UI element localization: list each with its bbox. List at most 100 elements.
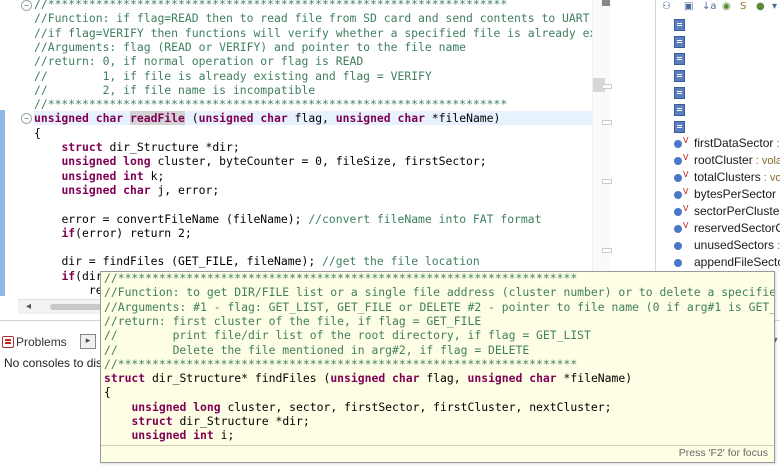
variable-icon [674,208,682,216]
variable-icon [674,140,682,148]
overview-marker[interactable] [602,248,612,253]
tooltip-footer: Press 'F2' for focus [101,445,774,462]
fold-toggle-icon[interactable]: − [21,113,32,124]
variable-name: bytesPerSector [694,187,777,201]
code-line: error = convertFileName (fileName); //co… [61,211,542,226]
code-line: //**************************************… [104,272,578,285]
code-line: { [104,385,111,400]
header-file-icon [674,53,685,65]
outline-variable-item[interactable]: bytesPerSector : v [694,186,780,203]
header-file-icon [674,121,685,133]
outline-variable-item[interactable]: rootCluster : vola [694,152,780,169]
code-line: if(error) return 2; [61,225,192,240]
outline-variable-item[interactable]: reservedSectorCo [694,220,780,237]
code-line: //Function: if flag=READ then to read fi… [34,11,590,26]
code-line: struct dir_Structure *dir; [131,414,310,428]
outline-icon[interactable]: ⚇ [662,1,671,12]
header-file-icon [674,87,685,99]
outline-variable-item[interactable]: unusedSectors : u [694,237,780,254]
overview-marker[interactable] [602,0,610,6]
variable-name: reservedSectorCo [694,221,780,235]
tab-problems[interactable]: Problems [0,334,67,350]
variable-icon [674,242,682,250]
code-line: struct dir_Structure *dir; [61,140,240,154]
outline-variable-item[interactable]: firstDataSector : v [694,135,780,152]
outline-variable-item[interactable]: totalClusters : vol [694,169,780,186]
code-line: unsigned long cluster, sector, firstSect… [131,399,612,414]
header-file-icon [674,36,685,48]
sort-az-icon[interactable]: ↓a [702,1,717,12]
code-line: { [34,125,41,140]
variable-name: totalClusters [694,170,761,184]
hide-fields-icon[interactable]: ◉ [722,1,731,12]
code-line: //**************************************… [34,97,508,112]
code-editor[interactable]: − − //**********************************… [0,0,610,316]
code-line: dir = findFiles (GET_FILE, fileName); //… [61,254,480,269]
variable-name: sectorPerCluster [694,204,780,218]
variable-type: : vola [752,155,780,167]
variable-name: appendFileSector [694,255,780,269]
code-line: // print file/dir list of the root direc… [104,328,591,343]
code-line: // Delete the file mentioned in arg#2, i… [104,342,530,357]
volatile-overlay-icon: V [683,187,689,196]
code-line: unsigned char j, error; [61,182,220,197]
code-line: //if flag=VERIFY then functions will ver… [34,25,610,40]
variable-type: : v [776,189,780,201]
code-line: struct dir_Structure* findFiles (unsigne… [104,371,633,386]
variable-name: firstDataSector [694,136,774,150]
code-line: // 2, if file name is incompatible [34,82,316,97]
overview-marker[interactable] [602,179,612,184]
variable-icon [674,259,682,267]
more-icon[interactable]: ▾ [772,1,777,12]
variable-type: : vol [763,172,780,184]
variable-icon [674,225,682,233]
overview-ruler[interactable] [592,0,611,316]
outline-variable-item[interactable]: sectorPerCluster : [694,203,780,220]
code-line: unsigned char readFile (unsigned char fl… [34,111,594,126]
code-line: //return: 0, if normal operation or flag… [34,54,364,69]
code-line: unsigned long cluster, byteCounter = 0, … [61,154,487,169]
overview-marker[interactable] [602,84,612,89]
header-file-icon [674,104,685,116]
variable-icon [674,191,682,199]
code-line: //**************************************… [34,0,508,11]
tooltip-footer-label: Press 'F2' for focus [678,447,768,459]
variable-icon [674,174,682,182]
variable-name: unusedSectors [694,238,775,252]
volatile-overlay-icon: V [683,136,689,145]
no-consoles-message: No consoles to disp [4,356,109,370]
scroll-left-icon[interactable]: ◂ [26,301,31,312]
outline-panel[interactable]: ⚇ ▣ ↓a ◉ S ● ▾ VfirstDataSector : v Vroot… [655,0,780,278]
variable-type: : v [776,138,780,150]
variable-icon [674,157,682,165]
variable-type: : u [777,240,780,252]
overview-marker[interactable] [602,120,612,125]
code-line: //Arguments: #1 - flag: GET_LIST, GET_FI… [104,299,774,314]
volatile-overlay-icon: V [683,221,689,230]
code-line: //Arguments: flag (READ or VERIFY) and p… [34,39,467,54]
header-file-icon [674,70,685,82]
volatile-overlay-icon: V [683,153,689,162]
code-line: unsigned int k; [61,168,165,183]
header-file-icon [674,19,685,31]
change-indicator-bar [0,110,5,296]
outline-toolbar: ⚇ ▣ ↓a ◉ S ● ▾ [656,0,780,14]
code-line: // 1, if file is already existing and fl… [34,68,432,83]
tab-problems-label: Problems [16,335,67,349]
hover-tooltip[interactable]: //**************************************… [100,271,775,463]
code-line: //**************************************… [104,356,578,371]
hide-static-icon[interactable]: S [740,1,746,12]
fold-toggle-icon[interactable]: − [21,0,32,11]
volatile-overlay-icon: V [683,204,689,213]
variable-name: rootCluster [694,153,753,167]
outline-variable-item[interactable]: appendFileSector [694,254,780,271]
console-icon[interactable]: ▸ [80,334,96,349]
code-line: if(dir [61,268,103,283]
code-line: re [34,283,103,297]
hide-nonpublic-icon[interactable]: ● [756,1,765,12]
tooltip-code: //**************************************… [101,272,774,446]
collapse-icon[interactable]: ▣ [684,1,693,12]
volatile-overlay-icon: V [683,170,689,179]
code-line: unsigned int i; [131,428,235,443]
code-line: //Function: to get DIR/FILE list or a si… [104,285,774,300]
